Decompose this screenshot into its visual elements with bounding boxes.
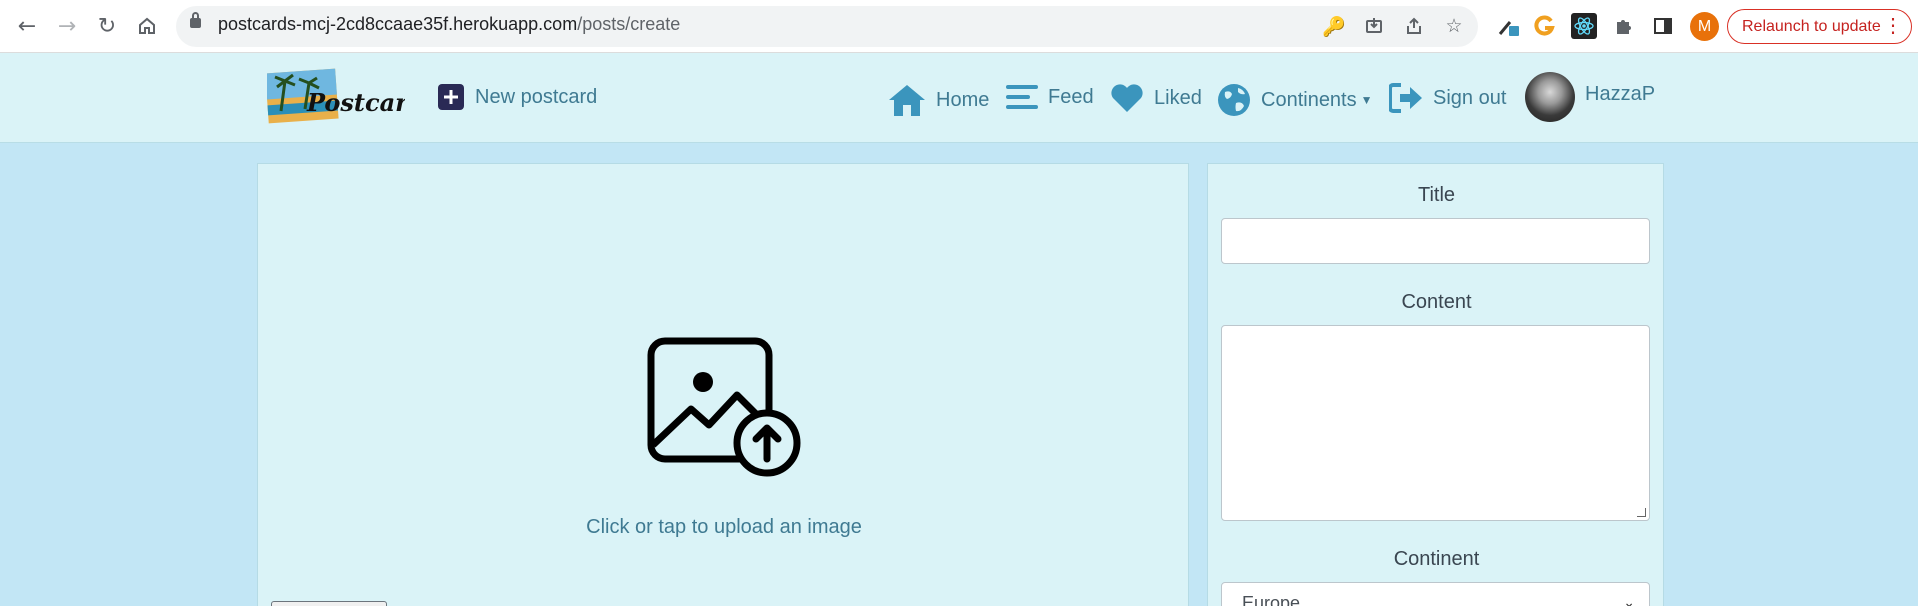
lock-icon[interactable] bbox=[190, 12, 201, 28]
share-icon[interactable] bbox=[1402, 14, 1426, 38]
install-icon[interactable] bbox=[1362, 14, 1386, 38]
globe-icon bbox=[1218, 84, 1250, 116]
sign-out-icon bbox=[1389, 83, 1422, 113]
image-upload-icon bbox=[647, 337, 801, 477]
continent-label: Continent bbox=[1393, 548, 1480, 570]
nav-sign-out-link[interactable]: Sign out bbox=[1389, 83, 1506, 113]
nav-liked-label: Liked bbox=[1154, 86, 1202, 109]
logo-text: Postcards bbox=[306, 88, 405, 117]
house-icon bbox=[889, 85, 925, 116]
reload-icon[interactable]: ↻ bbox=[92, 11, 122, 41]
username-label: HazzaP bbox=[1585, 83, 1656, 105]
post-form-panel: Title Content Continent Europe ⌄ bbox=[1207, 163, 1664, 606]
nav-continents-dropdown[interactable]: Continents ▼ bbox=[1217, 83, 1373, 117]
title-input[interactable] bbox=[1221, 218, 1650, 264]
react-extension-icon[interactable] bbox=[1571, 13, 1597, 39]
key-icon[interactable]: 🔑 bbox=[1322, 14, 1346, 38]
title-label: Title bbox=[1417, 184, 1456, 206]
content-textarea[interactable] bbox=[1221, 325, 1650, 521]
file-button[interactable] bbox=[271, 601, 387, 606]
user-avatar[interactable] bbox=[1525, 72, 1575, 122]
site-logo[interactable]: Postcards bbox=[265, 67, 439, 127]
stream-lines-icon bbox=[1006, 85, 1038, 109]
new-postcard-link[interactable]: New postcard bbox=[437, 83, 597, 111]
puzzle-extensions-icon[interactable] bbox=[1611, 13, 1637, 39]
continent-select[interactable]: Europe ⌄ bbox=[1221, 582, 1650, 606]
nav-home-link[interactable]: Home bbox=[888, 83, 989, 117]
nav-feed-link[interactable]: Feed bbox=[1006, 83, 1094, 111]
upload-prompt: Click or tap to upload an image bbox=[586, 516, 862, 538]
home-icon[interactable] bbox=[132, 11, 162, 41]
profile-avatar[interactable]: M bbox=[1690, 12, 1719, 41]
chevron-down-icon: ⌄ bbox=[1623, 595, 1635, 606]
g-extension-icon[interactable] bbox=[1532, 13, 1558, 39]
caret-down-icon: ▼ bbox=[1360, 93, 1373, 107]
url-text[interactable]: postcards-mcj-2cd8ccaae35f.herokuapp.com… bbox=[218, 14, 680, 35]
site-navbar: Postcards New postcard Home Feed Liked C… bbox=[0, 53, 1918, 143]
plus-square-icon bbox=[438, 84, 464, 110]
continent-selected-value: Europe bbox=[1242, 593, 1301, 606]
bookmark-star-icon[interactable]: ☆ bbox=[1442, 14, 1466, 38]
nav-continents-label: Continents bbox=[1261, 88, 1357, 111]
resize-handle-icon[interactable] bbox=[1637, 508, 1646, 517]
nav-feed-label: Feed bbox=[1048, 85, 1094, 108]
image-upload-panel[interactable]: Click or tap to upload an image bbox=[257, 163, 1189, 606]
back-icon[interactable]: ← bbox=[12, 11, 42, 41]
nav-home-label: Home bbox=[936, 88, 990, 111]
nav-profile-link[interactable]: HazzaP bbox=[1585, 83, 1655, 106]
relaunch-label: Relaunch to update bbox=[1742, 17, 1881, 35]
heart-icon bbox=[1111, 84, 1143, 112]
nav-sign-out-label: Sign out bbox=[1433, 86, 1507, 109]
relaunch-button[interactable]: Relaunch to update ⋮ bbox=[1727, 9, 1912, 44]
nav-liked-link[interactable]: Liked bbox=[1110, 83, 1202, 113]
more-vert-icon[interactable]: ⋮ bbox=[1883, 14, 1903, 38]
browser-toolbar: ← → ↻ postcards-mcj-2cd8ccaae35f.herokua… bbox=[0, 0, 1918, 53]
eyedropper-extension-icon[interactable] bbox=[1495, 13, 1521, 39]
new-postcard-label: New postcard bbox=[475, 85, 598, 108]
forward-icon[interactable]: → bbox=[52, 11, 82, 41]
content-label: Content bbox=[1401, 291, 1472, 313]
side-panel-icon[interactable] bbox=[1650, 13, 1676, 39]
